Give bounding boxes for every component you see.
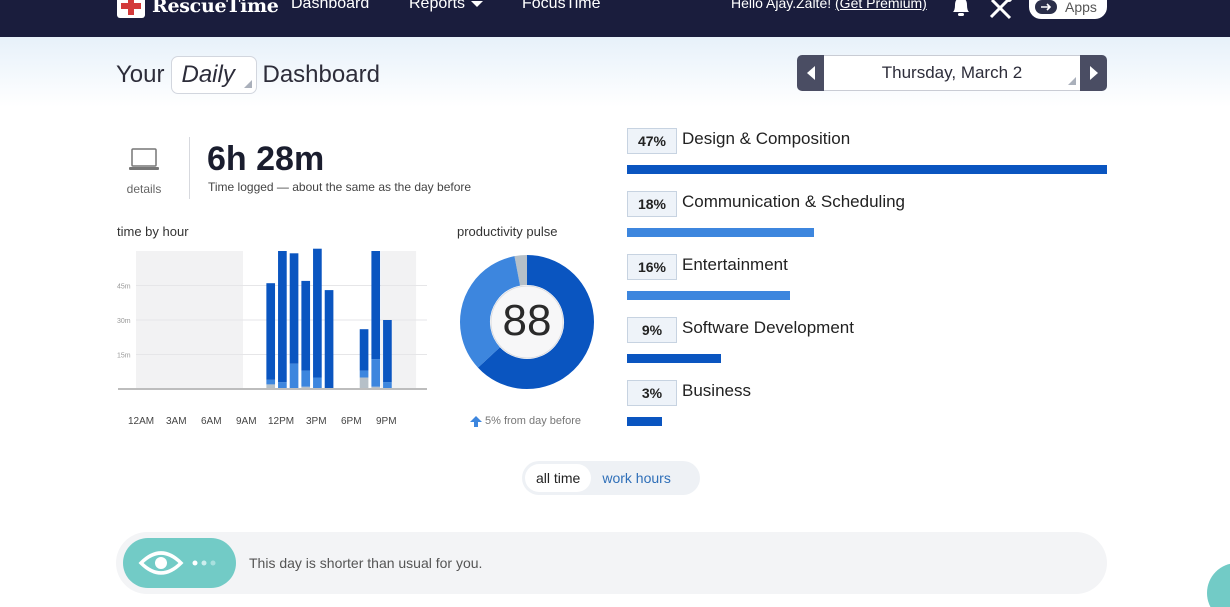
pulse-change: 5% from day before <box>470 415 581 427</box>
hour-bar-segment <box>359 329 369 371</box>
apps-button[interactable]: Apps <box>1029 0 1107 19</box>
x-label-9pm: 9PM <box>376 416 397 427</box>
x-label-6am: 6AM <box>201 416 222 427</box>
details-label: details <box>126 182 162 196</box>
hour-bar-segment <box>313 248 322 378</box>
pulse-score: 88 <box>502 296 552 345</box>
page-title: Your Daily Dashboard <box>116 56 380 94</box>
category-percent: 9% <box>627 317 677 343</box>
x-label-3am: 3AM <box>166 416 187 427</box>
work-hours-option[interactable]: work hours <box>591 464 681 492</box>
eye-icon <box>138 551 216 575</box>
category-name: Design & Composition <box>682 129 851 148</box>
y-tick-label: 15m <box>117 353 131 360</box>
hour-bar-segment <box>313 377 322 389</box>
y-tick-label: 30m <box>117 318 131 325</box>
x-label-12pm: 12PM <box>268 416 295 427</box>
rescuetime-logo-icon <box>117 0 145 18</box>
user-greeting: Hello Ajay.Zalte! (Get Premium) <box>731 0 927 11</box>
insight-badge[interactable] <box>123 538 236 588</box>
arrow-up-icon <box>470 415 482 427</box>
hour-bar-segment <box>289 363 299 389</box>
x-label-6pm: 6PM <box>341 416 362 427</box>
category-name: Business <box>682 381 751 400</box>
category-bar <box>627 228 815 237</box>
date-picker[interactable]: Thursday, March 2 <box>824 55 1080 91</box>
hour-bar-segment <box>301 280 311 371</box>
category-percent: 18% <box>627 191 677 217</box>
date-navigator: Thursday, March 2 <box>797 55 1107 91</box>
hour-bar-segment <box>289 253 299 364</box>
productivity-pulse-label: productivity pulse <box>457 224 558 239</box>
category-percent: 16% <box>627 254 677 280</box>
details-link[interactable]: details <box>116 147 172 196</box>
divider <box>189 137 190 199</box>
top-navbar: RescueTime Dashboard Reports FocusTime H… <box>0 0 1230 37</box>
hour-bar-segment <box>266 283 276 380</box>
hour-bar-segment <box>371 359 381 387</box>
chevron-left-icon <box>806 66 815 80</box>
laptop-icon <box>129 148 159 170</box>
help-bubble[interactable] <box>1207 563 1230 607</box>
time-range-toggle: all time work hours <box>522 461 700 495</box>
hour-bar-segment <box>383 320 392 383</box>
apps-label: Apps <box>1065 0 1097 15</box>
time-logged: 6h 28m <box>207 140 325 178</box>
brand-name: RescueTime <box>152 0 279 17</box>
nav-reports-label: Reports <box>409 0 466 12</box>
category-name: Software Development <box>682 318 854 337</box>
caret-down-icon <box>471 0 484 7</box>
y-tick-label: 45m <box>117 284 131 291</box>
next-day-button[interactable] <box>1080 55 1107 91</box>
time-logged-subtitle: Time logged — about the same as the day … <box>208 180 472 194</box>
bell-icon[interactable] <box>948 0 974 18</box>
title-prefix: Your <box>116 61 165 88</box>
hour-bar-segment <box>278 382 287 389</box>
pulse-change-text: 5% from day before <box>485 415 581 427</box>
previous-day-button[interactable] <box>797 55 824 91</box>
insight-banner: This day is shorter than usual for you. <box>116 532 1107 594</box>
get-premium-link[interactable]: (Get Premium) <box>835 0 927 11</box>
time-by-hour-chart: 15m 30m 45m <box>117 248 427 390</box>
rescuetime-logo[interactable]: RescueTime <box>116 0 279 19</box>
hour-bar-segment <box>371 251 381 360</box>
tools-icon[interactable] <box>988 0 1014 20</box>
nav-dashboard[interactable]: Dashboard <box>291 0 369 13</box>
select-corner-icon <box>1068 77 1076 85</box>
cloud-arrow-icon <box>1035 0 1057 14</box>
period-select[interactable]: Daily <box>170 56 257 94</box>
hour-bar-segment <box>266 379 276 385</box>
category-bar <box>627 291 791 300</box>
period-value: Daily <box>181 61 235 88</box>
hour-bar-segment <box>359 370 369 378</box>
hour-bar-segment <box>301 370 311 387</box>
time-by-hour-label: time by hour <box>117 224 189 239</box>
date-value: Thursday, March 2 <box>881 63 1023 82</box>
greeting-text: Hello Ajay.Zalte! <box>731 0 832 11</box>
nav-focustime[interactable]: FocusTime <box>522 0 601 13</box>
x-label-9am: 9AM <box>236 416 257 427</box>
category-bar <box>627 165 1107 174</box>
hour-bar-segment <box>278 251 287 383</box>
category-name: Communication & Scheduling <box>682 192 906 211</box>
x-label-12am: 12AM <box>128 416 155 427</box>
category-percent: 3% <box>627 380 677 406</box>
x-label-3pm: 3PM <box>306 416 327 427</box>
all-time-option[interactable]: all time <box>525 464 592 492</box>
hour-bar-segment <box>324 290 334 389</box>
title-suffix: Dashboard <box>262 61 380 88</box>
select-corner-icon <box>243 80 252 88</box>
insight-text: This day is shorter than usual for you. <box>249 555 483 571</box>
hour-bar-segment <box>383 382 392 389</box>
nav-reports[interactable]: Reports <box>409 0 484 13</box>
chevron-right-icon <box>1089 66 1098 80</box>
category-bar <box>627 354 721 363</box>
hour-bar-segment <box>359 377 369 389</box>
category-name: Entertainment <box>682 255 788 274</box>
category-bar <box>627 417 662 426</box>
category-percent: 47% <box>627 128 677 154</box>
